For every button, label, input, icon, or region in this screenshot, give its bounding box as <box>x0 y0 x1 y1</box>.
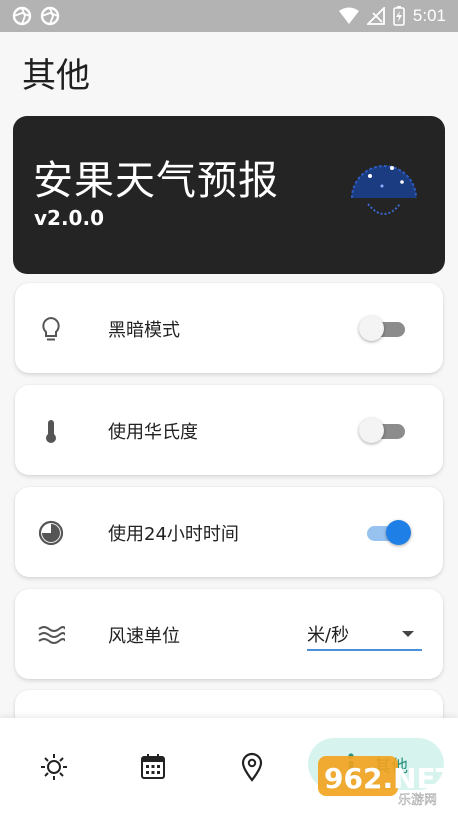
status-time: 5:01 <box>412 6 446 25</box>
switch-thumb <box>359 316 384 341</box>
dark-mode-switch[interactable] <box>359 316 411 342</box>
calendar-icon[interactable] <box>138 752 168 782</box>
app-info-card: 安果天气预报 v2.0.0 <box>13 116 445 274</box>
watermark-text: 962.NET <box>324 762 454 795</box>
location-pin-icon[interactable] <box>237 752 267 782</box>
setting-dark-mode: 黑暗模式 <box>15 283 443 373</box>
setting-label: 风速单位 <box>108 626 180 647</box>
lightbulb-icon <box>42 316 60 341</box>
wind-icon <box>38 626 65 644</box>
watermark-logo: 962.NET 乐游网 <box>318 756 454 808</box>
dropdown-value: 米/秒 <box>307 625 350 646</box>
setting-wind-speed-unit: 风速单位 米/秒 <box>15 589 443 679</box>
switch-thumb <box>359 418 384 443</box>
setting-label: 使用华氏度 <box>108 422 198 443</box>
fahrenheit-switch[interactable] <box>359 418 411 444</box>
setting-24-hour: 使用24小时时间 <box>15 487 443 577</box>
setting-label: 使用24小时时间 <box>108 524 239 545</box>
caret-down-icon <box>402 631 414 637</box>
24-hour-switch[interactable] <box>359 520 411 546</box>
aperture-icon <box>12 6 32 26</box>
status-bar: 5:01 <box>0 0 458 32</box>
watermark-subtext: 乐游网 <box>398 793 437 808</box>
app-version: v2.0.0 <box>34 206 104 230</box>
battery-charging-icon <box>393 6 405 26</box>
clock-icon <box>38 520 64 546</box>
app-name: 安果天气预报 <box>33 158 279 204</box>
thermometer-icon <box>46 420 56 443</box>
wind-unit-dropdown[interactable]: 米/秒 <box>307 617 422 651</box>
aperture-icon <box>40 6 60 26</box>
wifi-icon <box>338 7 359 24</box>
page-title: 其他 <box>22 56 90 96</box>
setting-label: 黑暗模式 <box>108 320 180 341</box>
no-signal-icon <box>366 7 385 25</box>
switch-thumb <box>386 520 411 545</box>
setting-fahrenheit: 使用华氏度 <box>15 385 443 475</box>
weather-sun-icon[interactable] <box>39 752 69 782</box>
app-logo-icon <box>351 165 417 215</box>
